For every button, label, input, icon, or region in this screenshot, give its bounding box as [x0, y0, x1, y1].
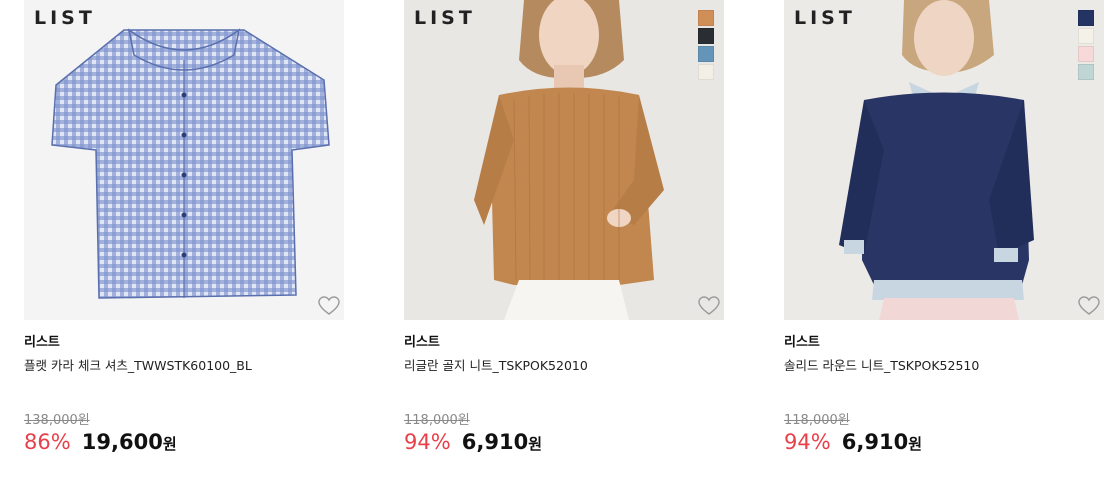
sale-price: 6,910: [461, 430, 529, 454]
color-swatch[interactable]: [1078, 28, 1094, 44]
product-card[interactable]: LIST 리스트 솔리드 라운드 니트_TSKPOK52510 118,000원…: [784, 0, 1104, 483]
brand-name[interactable]: 리스트: [24, 331, 60, 350]
product-card[interactable]: LIST 리스트 플랫 카라 체크 셔츠_TWWSTK60100_BL 138,…: [24, 0, 344, 483]
product-name[interactable]: 솔리드 라운드 니트_TSKPOK52510: [784, 355, 1104, 374]
original-price: 118,000원: [784, 413, 850, 428]
color-swatches: [698, 10, 714, 82]
product-image[interactable]: LIST: [24, 0, 344, 320]
product-grid: LIST 리스트 플랫 카라 체크 셔츠_TWWSTK60100_BL 138,…: [0, 0, 1104, 483]
price-line: 86% 19,600원: [24, 430, 177, 454]
heart-outline-icon[interactable]: [318, 296, 340, 316]
color-swatch[interactable]: [698, 64, 714, 80]
brand-name[interactable]: 리스트: [784, 331, 820, 350]
brand-name[interactable]: 리스트: [404, 331, 440, 350]
price-line: 94% 6,910원: [784, 430, 922, 454]
product-image[interactable]: LIST: [784, 0, 1104, 320]
brand-logo: LIST: [34, 7, 96, 29]
discount-rate: 86%: [24, 430, 71, 454]
heart-outline-icon[interactable]: [1078, 296, 1100, 316]
original-price: 118,000원: [404, 413, 470, 428]
discount-rate: 94%: [404, 430, 451, 454]
brand-logo: LIST: [414, 7, 476, 29]
color-swatch[interactable]: [698, 46, 714, 62]
product-card[interactable]: LIST 리스트 리글란 골지 니트_TSKPOK52010 118,000원 …: [404, 0, 724, 483]
color-swatch[interactable]: [1078, 46, 1094, 62]
color-swatch[interactable]: [698, 28, 714, 44]
price-line: 94% 6,910원: [404, 430, 542, 454]
color-swatch[interactable]: [1078, 10, 1094, 26]
product-name[interactable]: 리글란 골지 니트_TSKPOK52010: [404, 355, 724, 374]
product-image[interactable]: LIST: [404, 0, 724, 320]
currency-unit: 원: [162, 435, 177, 453]
currency-unit: 원: [528, 435, 543, 453]
original-price: 138,000원: [24, 413, 90, 428]
discount-rate: 94%: [784, 430, 831, 454]
color-swatch[interactable]: [698, 10, 714, 26]
sale-price: 19,600: [81, 430, 163, 454]
currency-unit: 원: [908, 435, 923, 453]
color-swatches: [1078, 10, 1094, 82]
sale-price: 6,910: [841, 430, 909, 454]
brand-logo: LIST: [794, 7, 856, 29]
color-swatch[interactable]: [1078, 64, 1094, 80]
product-name[interactable]: 플랫 카라 체크 셔츠_TWWSTK60100_BL: [24, 355, 344, 374]
heart-outline-icon[interactable]: [698, 296, 720, 316]
